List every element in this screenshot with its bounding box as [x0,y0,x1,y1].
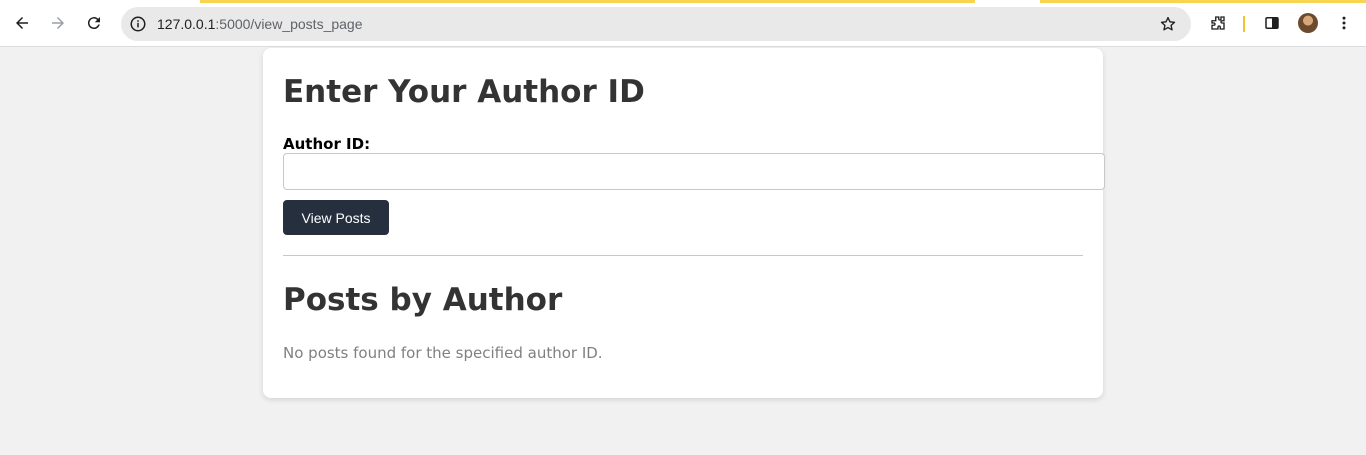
url-text[interactable]: 127.0.0.1:5000/view_posts_page [157,16,363,32]
reload-icon[interactable] [82,11,106,35]
bookmark-star-icon[interactable] [1159,15,1177,33]
profile-avatar[interactable] [1298,13,1318,33]
back-arrow-icon[interactable] [10,11,34,35]
url-host: 127.0.0.1 [157,16,216,32]
address-bar[interactable]: 127.0.0.1:5000/view_posts_page [121,7,1191,41]
section-divider [283,255,1083,256]
puzzle-icon[interactable] [1206,11,1230,35]
empty-posts-message: No posts found for the specified author … [283,344,603,362]
page-loading-bar [200,0,975,3]
author-id-label: Author ID: [283,135,371,153]
side-panel-icon[interactable] [1260,11,1284,35]
forward-arrow-icon[interactable] [46,11,70,35]
author-posts-card: Enter Your Author ID Author ID: View Pos… [263,48,1105,398]
view-posts-button[interactable]: View Posts [283,200,389,235]
url-path: :5000/view_posts_page [215,16,363,32]
info-icon[interactable] [129,15,147,33]
browser-toolbar: 127.0.0.1:5000/view_posts_page [0,0,1366,47]
author-id-input[interactable] [283,153,1105,190]
toolbar-separator [1243,16,1245,32]
page-loading-bar [1040,0,1366,3]
posts-heading: Posts by Author [283,282,563,318]
kebab-menu-icon[interactable] [1332,11,1356,35]
page-title: Enter Your Author ID [283,74,645,110]
